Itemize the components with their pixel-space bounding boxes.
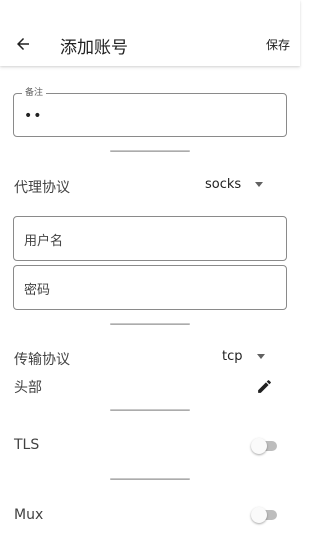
section-divider <box>110 409 190 411</box>
password-placeholder: 密码 <box>24 283 51 298</box>
app-bar: 添加账号 保存 <box>0 0 300 66</box>
arrow-back-icon <box>17 38 29 50</box>
remark-field-label: 备注 <box>22 87 47 99</box>
dropdown-arrow-icon <box>255 182 264 187</box>
tls-label: TLS <box>14 437 40 453</box>
transport-protocol-value: tcp <box>222 349 243 364</box>
remark-field-value: •• <box>24 108 43 124</box>
save-button[interactable]: 保存 <box>266 36 290 53</box>
section-divider <box>110 150 190 152</box>
back-button[interactable] <box>8 29 38 59</box>
pencil-icon <box>257 379 271 393</box>
mux-switch[interactable] <box>251 507 277 523</box>
password-field[interactable]: 密码 <box>13 265 287 310</box>
transport-protocol-select[interactable]: tcp <box>222 349 265 364</box>
username-placeholder: 用户名 <box>24 234 64 249</box>
transport-protocol-label: 传输协议 <box>14 352 70 368</box>
proxy-protocol-select[interactable]: socks <box>205 177 264 192</box>
tls-switch[interactable] <box>251 438 277 454</box>
mux-label: Mux <box>14 507 44 523</box>
mux-switch-thumb <box>251 507 267 523</box>
tls-switch-thumb <box>251 438 267 454</box>
page-title: 添加账号 <box>60 38 128 58</box>
proxy-protocol-label: 代理协议 <box>14 180 70 196</box>
section-divider <box>110 478 190 480</box>
proxy-protocol-value: socks <box>205 177 242 192</box>
header-edit-button[interactable] <box>254 376 274 396</box>
remark-field[interactable]: 备注 •• <box>13 87 287 137</box>
dropdown-arrow-icon <box>256 354 265 359</box>
section-divider <box>110 323 190 325</box>
header-label: 头部 <box>14 380 42 396</box>
username-field[interactable]: 用户名 <box>13 216 287 261</box>
